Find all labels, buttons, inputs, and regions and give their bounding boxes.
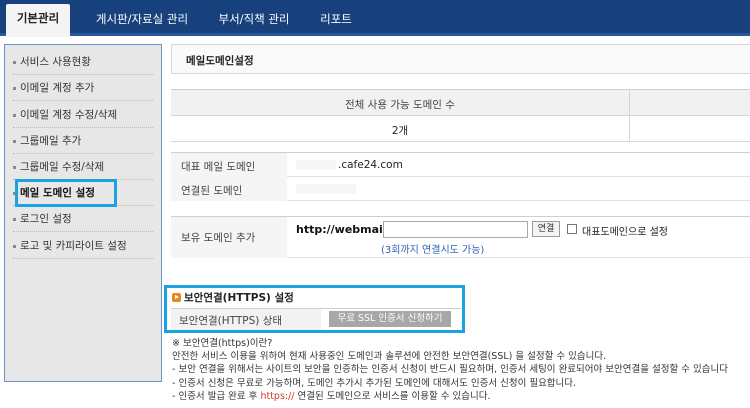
top-navigation: 기본관리 게시판/자료실 관리 부서/직책 관리 리포트: [0, 0, 750, 37]
label-cell: 대표 메일 도메인: [171, 153, 287, 177]
tab-department-management[interactable]: 부서/직책 관리: [208, 5, 300, 36]
available-domains-value: 2개: [391, 125, 409, 137]
connect-attempts-hint: (3회까지 연결시도 가능): [381, 245, 485, 256]
selection-highlight: [15, 179, 117, 207]
representative-domain-value: .cafe24.com: [296, 159, 403, 171]
notes-line: 안전한 서비스 이용을 위하여 현재 사용중인 도메인과 솔루션에 안전한 보안…: [172, 351, 607, 363]
sidebar-item-add-email[interactable]: 이메일 계정 추가: [13, 75, 153, 101]
notes-text: - 인증서 발급 완료 후: [172, 390, 261, 402]
table-row: 연결된 도메인: [171, 177, 750, 201]
https-notes: ※ 보안연결(https)이란? 안전한 서비스 이용을 위하여 현재 사용중인…: [172, 337, 750, 403]
sidebar-item-label: 그룹메일 추가: [20, 135, 82, 147]
sidebar-item-label: 그룹메일 수정/삭제: [20, 161, 105, 173]
connect-button[interactable]: 연결: [532, 221, 560, 237]
notes-line: - 인증서 발급 완료 후 https:// 연결된 도메인으로 서비스를 이용…: [172, 390, 750, 403]
set-primary-label[interactable]: 대표도메인으로 설정: [582, 223, 668, 238]
column-divider: [629, 116, 630, 142]
notes-line: - 보안 연결을 위해서는 사이트의 보안을 인증하는 인증서 신청이 반드시 …: [172, 364, 728, 376]
tab-board-management[interactable]: 게시판/자료실 관리: [84, 5, 200, 36]
sidebar-item-label: 로고 및 카피라이트 설정: [20, 240, 127, 252]
bullet-icon: [13, 86, 16, 90]
sidebar-item-login-settings[interactable]: 로그인 설정: [13, 206, 153, 232]
notes-text: 연결된 도메인으로 서비스를 이용할 수 있습니다.: [294, 390, 491, 402]
bullet-icon: [13, 244, 16, 248]
bullet-icon: [13, 139, 16, 143]
available-domains-table: 전체 사용 가능 도메인 수 2개: [171, 89, 750, 142]
table-row: 2개: [171, 116, 750, 142]
table-row: 대표 메일 도메인 .cafe24.com: [171, 153, 750, 177]
sidebar-item-label: 이메일 계정 추가: [20, 82, 95, 94]
add-domain-row: 보유 도메인 추가 http://webmail. 연결 대표도메인으로 설정 …: [171, 216, 750, 258]
sidebar: 서비스 사용현황 이메일 계정 추가 이메일 계정 수정/삭제 그룹메일 추가 …: [4, 44, 162, 382]
sidebar-item-add-group-mail[interactable]: 그룹메일 추가: [13, 128, 153, 154]
bullet-icon: [13, 217, 16, 221]
bullet-icon: [13, 113, 16, 117]
domain-info-table: 대표 메일 도메인 .cafe24.com 연결된 도메인: [171, 152, 750, 201]
sidebar-item-label: 이메일 계정 수정/삭제: [20, 109, 118, 121]
available-domains-header: 전체 사용 가능 도메인 수: [345, 99, 455, 111]
masked-text: [296, 160, 336, 170]
domain-input[interactable]: [383, 221, 528, 238]
notes-line: - 인증서 신청은 무료로 가능하며, 도메인 추가시 추가된 도메인에 대해서…: [172, 377, 577, 389]
sidebar-item-logo-copyright[interactable]: 로고 및 카피라이트 설정: [13, 233, 153, 259]
label-cell: 보유 도메인 추가: [171, 217, 287, 258]
security-highlight: [164, 285, 465, 333]
set-primary-checkbox[interactable]: [567, 224, 577, 234]
page-title: 메일도메인설정: [186, 55, 254, 67]
domain-prefix: http://webmail.: [296, 223, 391, 236]
column-divider: [629, 90, 630, 116]
bullet-icon: [13, 60, 16, 64]
representative-domain-label: 대표 메일 도메인: [181, 161, 256, 173]
tab-basic-management[interactable]: 기본관리: [6, 4, 70, 37]
linked-domain-label: 연결된 도메인: [181, 185, 243, 197]
table-header: 전체 사용 가능 도메인 수: [171, 90, 750, 116]
representative-domain-text: .cafe24.com: [338, 159, 403, 171]
sidebar-item-edit-email[interactable]: 이메일 계정 수정/삭제: [13, 102, 153, 128]
https-link-text: https://: [260, 390, 295, 402]
sidebar-item-service-status[interactable]: 서비스 사용현황: [13, 49, 153, 75]
add-domain-label: 보유 도메인 추가: [181, 232, 256, 244]
label-cell: 연결된 도메인: [171, 177, 287, 201]
tab-report[interactable]: 리포트: [308, 5, 364, 36]
masked-text: [296, 184, 356, 194]
linked-domain-value: [296, 183, 358, 195]
bullet-icon: [13, 165, 16, 169]
sidebar-item-label: 로그인 설정: [20, 213, 72, 225]
notes-heading: ※ 보안연결(https)이란?: [172, 338, 273, 349]
panel-header: 메일도메인설정: [171, 44, 750, 74]
sidebar-item-edit-group-mail[interactable]: 그룹메일 수정/삭제: [13, 154, 153, 180]
sidebar-item-label: 서비스 사용현황: [20, 56, 91, 68]
